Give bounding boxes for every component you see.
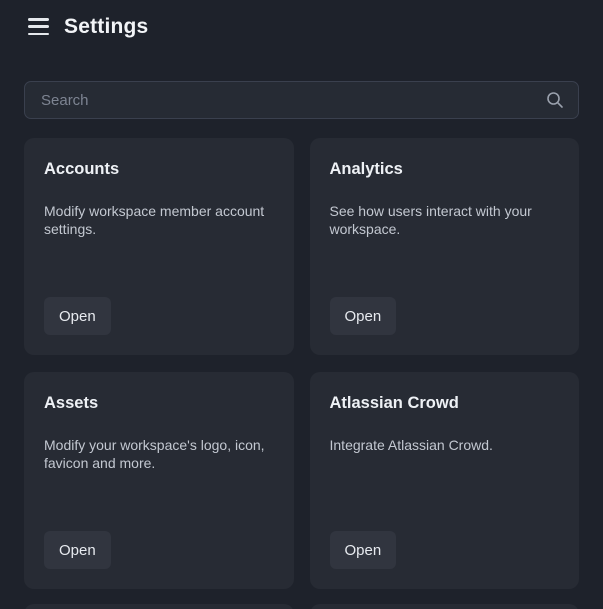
card-analytics: Analytics See how users interact with yo…	[310, 138, 580, 355]
card-description: Modify workspace member account settings…	[44, 203, 274, 238]
open-assets-button[interactable]: Open	[44, 531, 111, 569]
header: Settings	[28, 14, 579, 39]
card-title: Atlassian Crowd	[330, 394, 560, 413]
card-title: Accounts	[44, 160, 274, 179]
settings-card-grid: Accounts Modify workspace member account…	[24, 138, 579, 589]
card-accounts: Accounts Modify workspace member account…	[24, 138, 294, 355]
hamburger-menu-icon[interactable]	[28, 18, 49, 35]
open-analytics-button[interactable]: Open	[330, 297, 397, 335]
open-atlassian-crowd-button[interactable]: Open	[330, 531, 397, 569]
page-title: Settings	[64, 15, 148, 39]
open-accounts-button[interactable]: Open	[44, 297, 111, 335]
partial-card	[310, 604, 580, 609]
card-atlassian-crowd: Atlassian Crowd Integrate Atlassian Crow…	[310, 372, 580, 589]
search-input[interactable]	[24, 81, 579, 119]
card-description: Integrate Atlassian Crowd.	[330, 437, 560, 455]
card-title: Assets	[44, 394, 274, 413]
card-description: Modify your workspace's logo, icon, favi…	[44, 437, 274, 472]
partial-card-row	[24, 604, 579, 609]
partial-card	[24, 604, 294, 609]
search-bar	[24, 81, 579, 119]
card-description: See how users interact with your workspa…	[330, 203, 560, 238]
card-title: Analytics	[330, 160, 560, 179]
card-assets: Assets Modify your workspace's logo, ico…	[24, 372, 294, 589]
